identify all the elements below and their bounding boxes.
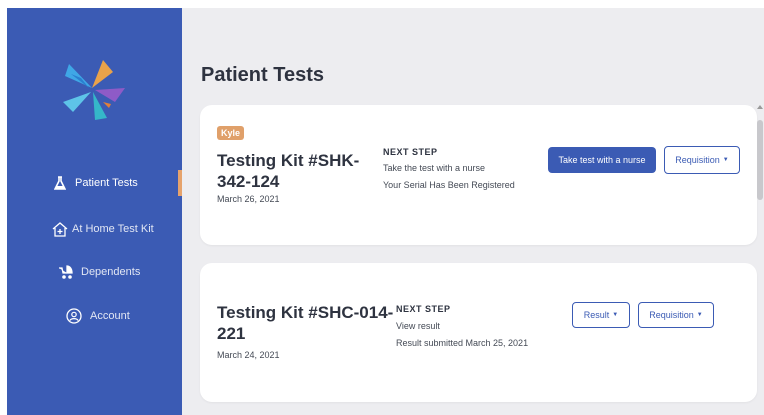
kit-title-line: Testing Kit #SHK- <box>217 151 360 170</box>
sidebar-item-label: Account <box>90 310 130 322</box>
next-step-line: Your Serial Has Been Registered <box>383 180 515 190</box>
sidebar-item-label: Dependents <box>81 266 141 278</box>
requisition-dropdown-button[interactable]: Requisition ▼ <box>664 146 740 174</box>
sidebar-item-patient-tests[interactable]: Patient Tests <box>7 168 185 198</box>
kit-date: March 26, 2021 <box>217 194 280 204</box>
app-logo <box>63 60 125 120</box>
kit-title: Testing Kit #SHK- 342-124 <box>217 150 359 192</box>
requisition-dropdown-button[interactable]: Requisition ▼ <box>638 302 714 328</box>
test-card: Kyle Testing Kit #SHK- 342-124 March 26,… <box>200 105 757 245</box>
sidebar-item-dependents[interactable]: Dependents <box>7 257 182 287</box>
scroll-up-arrow-icon[interactable] <box>757 105 763 109</box>
kit-title-line: 221 <box>217 324 246 343</box>
stroller-icon <box>57 263 75 281</box>
button-label: Result <box>583 310 610 320</box>
user-circle-icon <box>65 307 83 325</box>
sidebar-item-at-home-test-kit[interactable]: At Home Test Kit <box>7 214 182 244</box>
home-plus-icon <box>51 220 69 238</box>
caret-down-icon: ▼ <box>696 312 703 318</box>
button-label: Take test with a nurse <box>558 155 646 165</box>
next-step-heading: NEXT STEP <box>396 304 451 314</box>
next-step-line: View result <box>396 321 440 331</box>
page-title: Patient Tests <box>201 64 324 86</box>
take-test-button[interactable]: Take test with a nurse <box>548 147 656 173</box>
flask-icon <box>51 174 69 192</box>
patient-badge: Kyle <box>217 126 245 140</box>
button-label: Requisition <box>675 155 720 165</box>
caret-down-icon: ▼ <box>612 312 619 318</box>
kit-title: Testing Kit #SHC-014- 221 <box>217 302 393 344</box>
sidebar-item-label: At Home Test Kit <box>72 223 154 235</box>
next-step-line: Result submitted March 25, 2021 <box>396 338 529 348</box>
main-content: Patient Tests Kyle Testing Kit #SHK- 342… <box>182 8 764 415</box>
test-card: Testing Kit #SHC-014- 221 March 24, 2021… <box>200 263 757 402</box>
kit-title-line: Testing Kit #SHC-014- <box>217 303 394 322</box>
sidebar-item-label: Patient Tests <box>75 177 138 189</box>
vertical-scrollbar[interactable] <box>756 105 764 405</box>
next-step-heading: NEXT STEP <box>383 147 438 157</box>
kit-title-line: 342-124 <box>217 172 280 191</box>
next-step-line: Take the test with a nurse <box>383 163 486 173</box>
kit-date: March 24, 2021 <box>217 350 280 360</box>
scroll-thumb[interactable] <box>757 120 763 200</box>
button-label: Requisition <box>649 310 694 320</box>
sidebar: Patient Tests At Home Test Kit Dependent… <box>7 8 185 415</box>
caret-down-icon: ▼ <box>722 157 729 163</box>
sidebar-item-account[interactable]: Account <box>7 301 182 331</box>
result-dropdown-button[interactable]: Result ▼ <box>572 302 630 328</box>
